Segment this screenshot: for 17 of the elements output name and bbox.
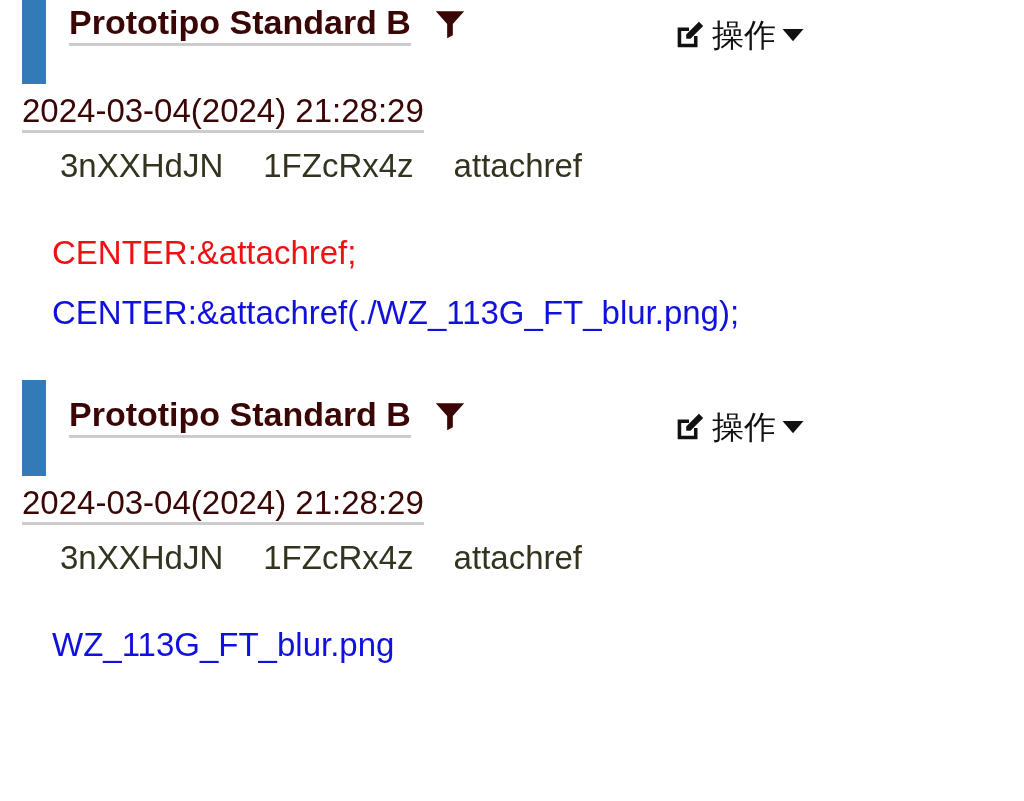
actions-menu-button[interactable]: 操作	[671, 406, 804, 451]
caret-icon	[781, 29, 804, 43]
tag-label: 3nXXHdJN	[60, 539, 224, 578]
caret-icon	[781, 421, 804, 436]
entry-title[interactable]: Prototipo Standard B	[69, 2, 411, 46]
actions-menu-button[interactable]: 操作	[671, 14, 804, 58]
entry-date[interactable]: 2024-03-04(2024) 21:28:29	[22, 92, 424, 133]
tag-label: attachref	[453, 146, 583, 185]
tag-label: 3nXXHdJN	[60, 146, 224, 185]
error-text: CENTER:&attachref;	[52, 232, 357, 273]
attachment-link[interactable]: WZ_113G_FT_blur.png	[52, 625, 395, 665]
tag-label: attachref	[453, 539, 583, 578]
tag-label: 1FZcRx4z	[263, 146, 414, 185]
tag-label: 1FZcRx4z	[263, 539, 414, 578]
entry-date[interactable]: 2024-03-04(2024) 21:28:29	[22, 484, 424, 526]
attachment-link[interactable]: CENTER:&attachref(./WZ_113G_FT_blur.png);	[52, 292, 740, 333]
entry-title[interactable]: Prototipo Standard B	[69, 394, 411, 438]
